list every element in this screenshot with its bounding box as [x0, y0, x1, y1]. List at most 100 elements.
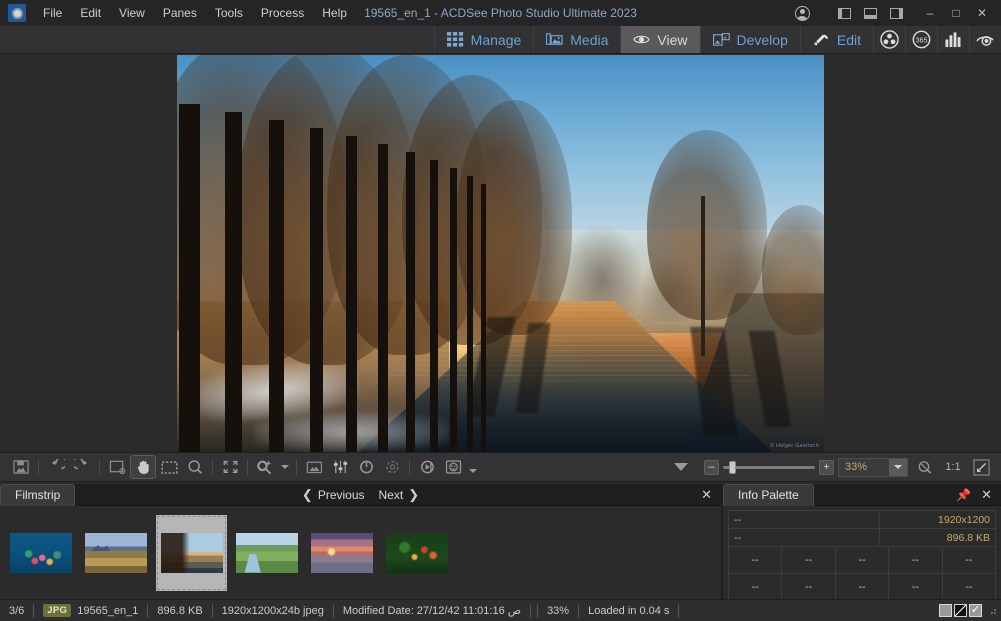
tab-filmstrip[interactable]: Filmstrip: [0, 483, 76, 506]
photo-tree-trunk: [430, 160, 438, 452]
more-dropdown-button[interactable]: [466, 455, 480, 479]
filmstrip-toggle-icon: [306, 461, 322, 473]
refresh-button[interactable]: [379, 455, 405, 479]
tab-manage[interactable]: Manage: [433, 26, 534, 53]
zoom-level-combobox[interactable]: 33%: [838, 457, 908, 477]
pane-right-icon: [889, 7, 903, 19]
auto-edit-button[interactable]: [252, 455, 278, 479]
acdsee-365-button[interactable]: 365: [905, 26, 937, 53]
filmstrip-thumbnails[interactable]: [0, 506, 721, 599]
rotate-left-button[interactable]: [43, 455, 69, 479]
thumb-green-meadow[interactable]: [232, 513, 302, 593]
contrast-icon[interactable]: [954, 604, 967, 617]
main-photo[interactable]: © Holger Gaertsch: [177, 55, 824, 452]
fullscreen-button[interactable]: [217, 455, 243, 479]
pan-hand-button[interactable]: [130, 455, 156, 479]
toggle-left-pane-button[interactable]: [831, 1, 857, 25]
people-button[interactable]: [873, 26, 905, 53]
minimize-button[interactable]: –: [917, 1, 943, 25]
photo-tree-trunk: [269, 120, 284, 452]
account-button[interactable]: [789, 1, 815, 25]
menu-panes[interactable]: Panes: [154, 2, 206, 24]
auto-edit-icon: [257, 460, 272, 475]
color-swatch-icon[interactable]: [939, 604, 952, 617]
checkmark-icon[interactable]: ✓: [969, 604, 982, 617]
face-detect-button[interactable]: [440, 455, 466, 479]
thumb-autumn-berries[interactable]: [382, 513, 452, 593]
tab-develop-label: Develop: [736, 31, 788, 48]
zoom-slider[interactable]: [723, 460, 815, 474]
menu-help[interactable]: Help: [313, 2, 356, 24]
fit-image-button[interactable]: [104, 455, 130, 479]
close-button[interactable]: ✕: [969, 1, 995, 25]
image-viewer[interactable]: © Holger Gaertsch: [0, 55, 1001, 452]
photo-tree-trunk: [450, 168, 457, 452]
menu-edit[interactable]: Edit: [71, 2, 110, 24]
rotate-right-button[interactable]: [69, 455, 95, 479]
fit-to-window-button[interactable]: [968, 455, 994, 479]
previous-image-button[interactable]: ❮ Previous: [302, 487, 365, 503]
tab-view[interactable]: View: [620, 26, 700, 53]
zoom-in-button[interactable]: +: [819, 459, 834, 475]
photo-watermark: © Holger Gaertsch: [769, 443, 819, 449]
tab-edit[interactable]: Edit: [799, 26, 873, 53]
info-exif-row-a: -- -- -- -- --: [729, 547, 995, 574]
eye-dropper-button[interactable]: [969, 26, 1001, 53]
maximize-button[interactable]: □: [943, 1, 969, 25]
photo-right-tree-crown: [647, 130, 767, 320]
status-index: 3/6: [9, 604, 25, 617]
tab-develop[interactable]: Develop: [699, 26, 800, 53]
thumb-coral-reef[interactable]: [6, 513, 76, 593]
exposure-dial-button[interactable]: [353, 455, 379, 479]
title-bar-controls: – □ ✕: [789, 1, 1001, 25]
pan-hand-icon: [137, 460, 149, 474]
menu-file[interactable]: File: [34, 2, 71, 24]
slideshow-play-button[interactable]: [414, 455, 440, 479]
zoom-level-dropdown-button[interactable]: [889, 458, 907, 476]
menu-view[interactable]: View: [110, 2, 154, 24]
toggle-bottom-pane-button[interactable]: [857, 1, 883, 25]
magnifier-button[interactable]: [182, 455, 208, 479]
info-cell: --: [965, 581, 973, 593]
pin-icon[interactable]: 📌: [956, 489, 971, 501]
eye-icon: [633, 35, 651, 44]
thumb-sunset-sea[interactable]: [307, 513, 377, 593]
one-to-one-button[interactable]: 1:1: [942, 455, 964, 479]
status-file: JPG 19565_en_1: [34, 604, 147, 617]
adjust-sliders-button[interactable]: [327, 455, 353, 479]
thumb-frozen-canal[interactable]: [156, 514, 227, 591]
info-cell: --: [782, 574, 836, 600]
tab-media[interactable]: Media: [533, 26, 620, 53]
media-stack-icon: [546, 33, 563, 45]
next-image-button[interactable]: Next ❯: [379, 487, 420, 503]
info-row-dimensions: -- 1920x1200: [729, 511, 995, 529]
histogram-button[interactable]: [937, 26, 969, 53]
zoom-controls: – + 33% 1:1: [668, 455, 1001, 479]
thumb-mountain-field[interactable]: [81, 513, 151, 593]
menu-process[interactable]: Process: [252, 2, 313, 24]
toggle-right-pane-button[interactable]: [883, 1, 909, 25]
close-filmstrip-button[interactable]: ✕: [701, 488, 712, 501]
bottom-panels: Filmstrip ❮ Previous Next ❯ ✕ Info Palet…: [0, 483, 1001, 621]
close-info-palette-button[interactable]: ✕: [981, 488, 992, 501]
status-filename: 19565_en_1: [77, 604, 139, 617]
zoom-reset-button[interactable]: [912, 455, 938, 479]
zoom-out-button[interactable]: –: [704, 459, 719, 475]
people-icon: [880, 30, 899, 49]
collapse-toolbar-button[interactable]: [668, 455, 694, 479]
zoom-slider-thumb[interactable]: [729, 460, 736, 474]
resize-grip-icon[interactable]: [988, 606, 997, 615]
info-cell: --: [836, 547, 890, 573]
menu-tools[interactable]: Tools: [206, 2, 252, 24]
filmstrip-toggle-button[interactable]: [301, 455, 327, 479]
photo-tree-trunk: [310, 128, 323, 452]
thumbnail-image: [10, 532, 72, 573]
tab-view-label: View: [657, 31, 688, 48]
photo-tree-trunk: [406, 152, 415, 452]
tab-info-palette[interactable]: Info Palette: [723, 483, 814, 506]
save-image-button[interactable]: [8, 455, 34, 479]
filmstrip-nav: ❮ Previous Next ❯: [0, 487, 721, 503]
select-region-button[interactable]: [156, 455, 182, 479]
auto-edit-dropdown-button[interactable]: [278, 455, 292, 479]
photo-right-tree-trunk: [701, 196, 705, 356]
